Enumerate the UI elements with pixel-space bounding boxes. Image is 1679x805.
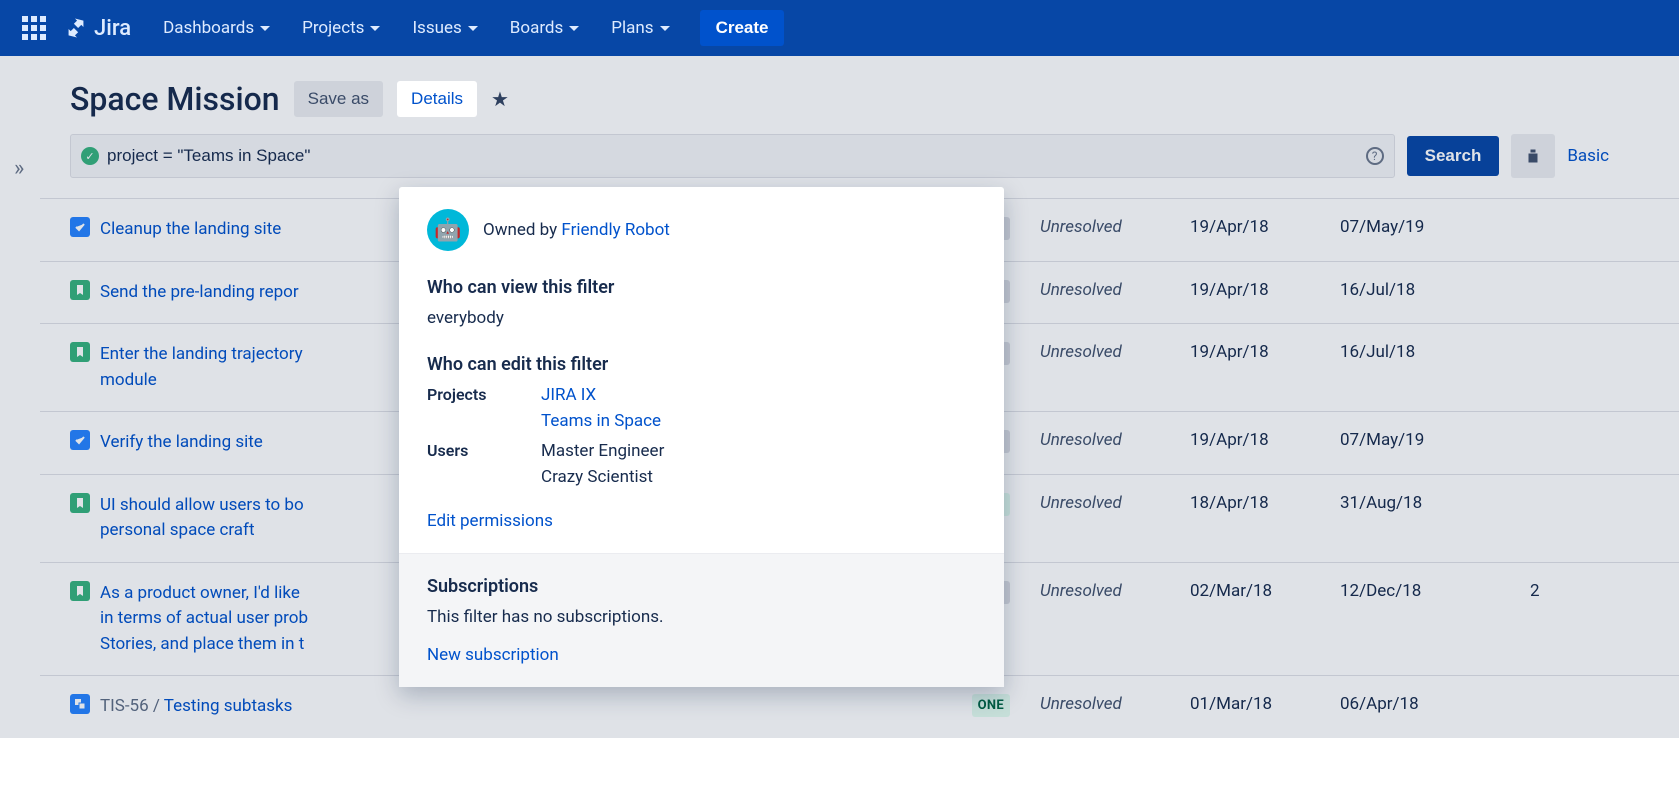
jira-logo[interactable]: Jira [64,16,131,41]
jql-input[interactable] [107,146,1366,166]
updated-cell: 16/Jul/18 [1340,342,1530,362]
create-button[interactable]: Create [700,10,785,46]
chevron-down-icon [260,26,270,31]
created-cell: 01/Mar/18 [1190,694,1340,714]
view-filter-value: everybody [427,308,976,328]
story-icon [70,342,90,362]
nav-label: Projects [302,18,364,38]
search-button[interactable]: Search [1407,136,1500,176]
user-name: Master Engineer [541,441,664,461]
resolution-cell: Unresolved [1040,581,1190,601]
nav-plans[interactable]: Plans [599,10,681,46]
resolution-cell: Unresolved [1040,694,1190,714]
extra-cell: 2 [1530,581,1590,601]
nav-label: Boards [510,18,564,38]
updated-cell: 16/Jul/18 [1340,280,1530,300]
jql-valid-icon: ✓ [81,147,99,165]
updated-cell: 06/Apr/18 [1340,694,1530,714]
story-icon [70,280,90,300]
save-as-button[interactable]: Save as [294,81,383,117]
created-cell: 19/Apr/18 [1190,217,1340,237]
owner-avatar: 🤖 [427,209,469,251]
nav-projects[interactable]: Projects [290,10,392,46]
project-link[interactable]: JIRA IX [541,385,661,405]
edit-permissions-link[interactable]: Edit permissions [427,511,553,531]
issue-summary-link[interactable]: Cleanup the landing site [100,219,281,239]
projects-label: Projects [427,385,541,431]
details-popup: 🤖 Owned by Friendly Robot Who can view t… [399,187,1004,687]
resolution-cell: Unresolved [1040,342,1190,362]
created-cell: 19/Apr/18 [1190,430,1340,450]
nav-issues[interactable]: Issues [400,10,489,46]
issue-summary-link[interactable]: Send the pre-landing repor [100,282,299,302]
issue-summary-link[interactable]: Verify the landing site [100,432,263,452]
nav-boards[interactable]: Boards [498,10,592,46]
resolution-cell: Unresolved [1040,430,1190,450]
chevron-down-icon [660,26,670,31]
story-icon [70,493,90,513]
user-name: Crazy Scientist [541,467,664,487]
column-config-button[interactable] [1511,134,1555,178]
chevron-down-icon [468,26,478,31]
issue-key: TIS-56 / [100,696,164,716]
nav-dashboards[interactable]: Dashboards [151,10,282,46]
story-icon [70,581,90,601]
status-badge: ONE [972,694,1010,717]
subscriptions-empty: This filter has no subscriptions. [427,607,976,627]
chevron-down-icon [569,26,579,31]
top-nav: Jira Dashboards Projects Issues Boards P… [0,0,1679,56]
help-icon[interactable]: ? [1366,147,1384,165]
chevron-down-icon [370,26,380,31]
resolution-cell: Unresolved [1040,280,1190,300]
created-cell: 19/Apr/18 [1190,342,1340,362]
issue-summary-link[interactable]: Testing subtasks [164,696,293,716]
filter-header: Space Mission Save as Details ★ [0,56,1679,128]
nav-label: Issues [412,18,461,38]
resolution-cell: Unresolved [1040,493,1190,513]
new-subscription-link[interactable]: New subscription [427,645,559,665]
issue-summary-link[interactable]: Enter the landing trajectorymodule [100,344,303,390]
page-title: Space Mission [70,80,280,118]
issue-summary-link[interactable]: As a product owner, I'd likein terms of … [100,583,308,654]
columns-icon [1525,148,1541,164]
created-cell: 18/Apr/18 [1190,493,1340,513]
users-label: Users [427,441,541,487]
details-button[interactable]: Details [397,81,477,117]
updated-cell: 07/May/19 [1340,430,1530,450]
jira-logo-text: Jira [94,16,131,41]
page-body: » Space Mission Save as Details ★ ✓ ? Se… [0,56,1679,738]
jira-icon [64,16,88,40]
jql-input-container[interactable]: ✓ ? [70,134,1395,178]
subscriptions-heading: Subscriptions [427,576,976,597]
owner-link[interactable]: Friendly Robot [561,220,669,240]
updated-cell: 31/Aug/18 [1340,493,1530,513]
issue-summary-link[interactable]: UI should allow users to bopersonal spac… [100,495,304,541]
subtask-icon [70,694,90,714]
app-switcher-icon[interactable] [22,16,46,40]
nav-label: Dashboards [163,18,254,38]
updated-cell: 07/May/19 [1340,217,1530,237]
project-link[interactable]: Teams in Space [541,411,661,431]
edit-filter-heading: Who can edit this filter [427,354,976,375]
updated-cell: 12/Dec/18 [1340,581,1530,601]
owner-row: 🤖 Owned by Friendly Robot [427,209,976,251]
task-icon [70,430,90,450]
owned-by-label: Owned by [483,220,561,240]
task-icon [70,217,90,237]
nav-label: Plans [611,18,653,38]
expand-sidebar-icon[interactable]: » [14,156,24,181]
resolution-cell: Unresolved [1040,217,1190,237]
basic-mode-link[interactable]: Basic [1567,146,1609,166]
view-filter-heading: Who can view this filter [427,277,976,298]
created-cell: 19/Apr/18 [1190,280,1340,300]
created-cell: 02/Mar/18 [1190,581,1340,601]
star-icon[interactable]: ★ [491,87,509,111]
